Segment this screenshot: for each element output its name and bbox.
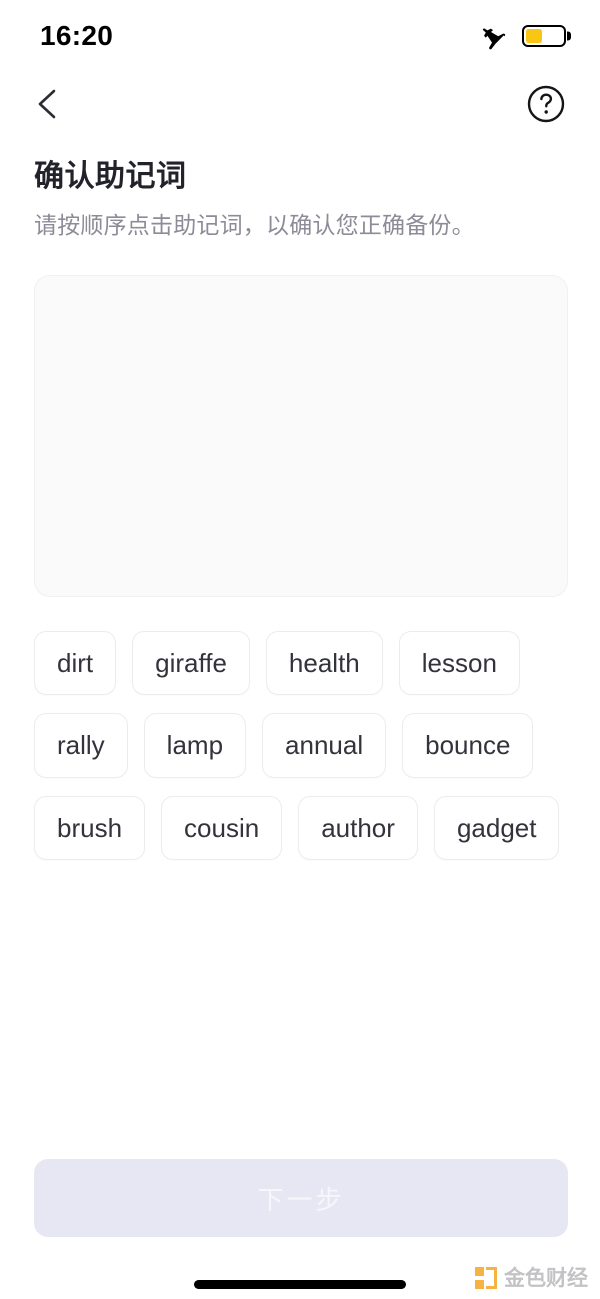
app-screen: 16:20 确认助记词 请按顺序点击助记词，以确认您正确备份。 dirt gir… xyxy=(0,0,600,1299)
heading-block: 确认助记词 请按顺序点击助记词，以确认您正确备份。 xyxy=(0,136,600,241)
question-mark-circle-icon xyxy=(527,85,565,123)
battery-fill xyxy=(526,29,542,43)
word-chip[interactable]: lesson xyxy=(398,630,520,696)
word-chip[interactable]: bounce xyxy=(402,713,534,778)
status-indicators xyxy=(480,22,566,50)
word-chip[interactable]: cousin xyxy=(161,795,283,861)
page-title: 确认助记词 xyxy=(34,160,187,193)
word-chip[interactable]: giraffe xyxy=(132,630,250,696)
word-chip[interactable]: gadget xyxy=(433,795,560,861)
airplane-mode-icon xyxy=(482,28,506,50)
page-subtitle: 请按顺序点击助记词，以确认您正确备份。 xyxy=(34,211,475,238)
navigation-bar xyxy=(0,72,600,136)
home-indicator xyxy=(194,1280,406,1289)
status-bar: 16:20 xyxy=(0,0,600,72)
word-pool: dirt giraffe health lesson rally lamp annual bo… xyxy=(34,630,568,861)
battery-icon xyxy=(522,25,566,47)
word-chip[interactable]: dirt xyxy=(34,630,117,696)
jinse-logo-icon xyxy=(475,1267,497,1289)
next-step-button[interactable]: 下一步 xyxy=(34,1159,568,1237)
help-button[interactable] xyxy=(524,82,568,126)
word-chip[interactable]: health xyxy=(265,630,383,696)
word-chip[interactable]: rally xyxy=(34,713,128,778)
word-chip[interactable]: brush xyxy=(34,795,146,861)
back-button[interactable] xyxy=(24,80,72,128)
word-chip[interactable]: author xyxy=(298,795,418,861)
watermark-text: 金色财经 xyxy=(504,1266,588,1290)
cta-container: 下一步 xyxy=(0,1159,600,1237)
chevron-left-icon xyxy=(38,89,56,119)
selected-words-area[interactable] xyxy=(34,274,568,597)
status-time: 16:20 xyxy=(40,20,114,51)
word-chip[interactable]: annual xyxy=(262,713,387,778)
word-chip[interactable]: lamp xyxy=(143,713,247,778)
watermark: 金色财经 xyxy=(475,1267,588,1289)
